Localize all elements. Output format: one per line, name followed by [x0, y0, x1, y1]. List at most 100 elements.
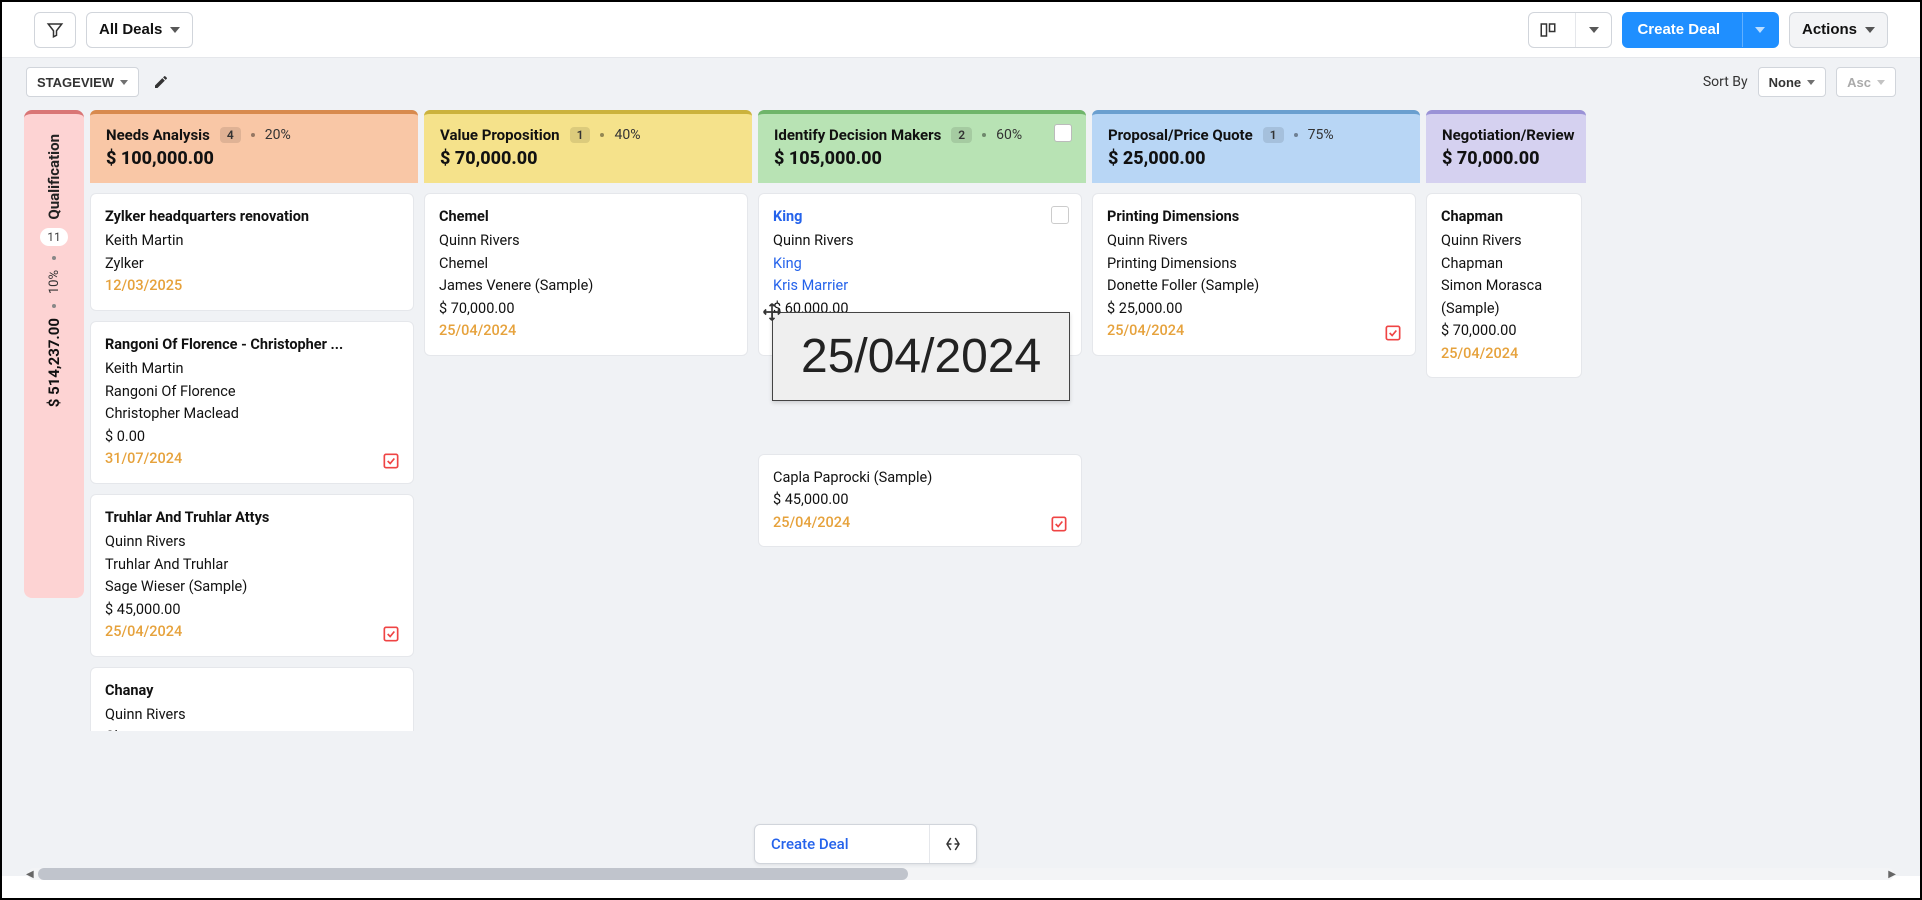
stage-column-needs: Needs Analysis4 20%$ 100,000.00Zylker he…	[90, 110, 418, 876]
deal-card[interactable]: Truhlar And Truhlar AttysQuinn RiversTru…	[90, 494, 414, 657]
stageview-dropdown[interactable]: STAGEVIEW	[26, 67, 139, 97]
deal-card[interactable]: Zylker headquarters renovationKeith Mart…	[90, 193, 414, 311]
collapsed-stage-title: Qualification	[45, 128, 63, 220]
chevron-down-icon	[1755, 27, 1765, 33]
create-deal-label: Create Deal	[1623, 13, 1734, 47]
stage-pct: 40%	[614, 127, 640, 143]
stage-checkbox[interactable]	[1054, 124, 1072, 142]
stage-title: Proposal/Price Quote	[1108, 126, 1253, 144]
stage-count: 2	[951, 127, 972, 143]
stage-title: Needs Analysis	[106, 126, 210, 144]
chevron-down-icon	[120, 80, 128, 85]
deal-card[interactable]: Printing DimensionsQuinn RiversPrinting …	[1092, 193, 1416, 356]
collapse-column-button[interactable]	[929, 825, 976, 863]
card-amount: $ 25,000.00	[1107, 298, 1401, 320]
scroll-left-icon[interactable]: ◀	[26, 869, 34, 880]
sort-field-dropdown[interactable]: None	[1758, 67, 1827, 97]
collapsed-stage-pct: 10%	[47, 270, 62, 294]
card-amount: $ 45,000.00	[105, 599, 399, 621]
card-contact: Simon Morasca (Sample)	[1441, 275, 1567, 320]
deal-card[interactable]: Rangoni Of Florence - Christopher ...Kei…	[90, 321, 414, 484]
collapsed-stage-count: 11	[40, 228, 68, 246]
card-title: Chanay	[105, 680, 399, 702]
card-title: King	[773, 206, 1067, 228]
stageview-label: STAGEVIEW	[37, 75, 114, 90]
edit-icon[interactable]	[153, 74, 169, 90]
actions-dropdown[interactable]: Actions	[1789, 12, 1888, 48]
card-owner: Quinn Rivers	[1441, 230, 1567, 252]
create-deal-button[interactable]: Create Deal	[1622, 12, 1779, 48]
card-company: Chemel	[439, 253, 733, 275]
stage-count: 4	[220, 127, 241, 143]
card-date: 25/04/2024	[439, 320, 733, 342]
card-contact: James Venere (Sample)	[439, 275, 733, 297]
stage-column-proposal: Proposal/Price Quote1 75%$ 25,000.00Prin…	[1092, 110, 1420, 876]
card-amount: $ 45,000.00	[773, 489, 1067, 511]
card-amount: $ 0.00	[105, 426, 399, 448]
card-company: Rangoni Of Florence	[105, 381, 399, 403]
stage-column-decision: Identify Decision Makers2 60%$ 105,000.0…	[758, 110, 1086, 876]
deal-card[interactable]: ChanayQuinn RiversChanayJosephine Darakj…	[90, 667, 414, 732]
card-date: 25/04/2024	[1441, 343, 1567, 365]
card-company: Printing Dimensions	[1107, 253, 1401, 275]
card-company: Zylker	[105, 253, 399, 275]
card-company: Truhlar And Truhlar	[105, 554, 399, 576]
all-deals-dropdown[interactable]: All Deals	[86, 12, 193, 48]
card-owner: Quinn Rivers	[439, 230, 733, 252]
task-overdue-icon[interactable]	[381, 624, 401, 644]
card-owner: Keith Martin	[105, 358, 399, 380]
card-owner: Quinn Rivers	[105, 704, 399, 726]
cards-list: Zylker headquarters renovationKeith Mart…	[90, 183, 418, 731]
move-cursor-icon	[762, 302, 782, 322]
card-date: 31/07/2024	[105, 448, 399, 470]
deal-card[interactable]: ChapmanQuinn RiversChapmanSimon Morasca …	[1426, 193, 1582, 378]
stage-header[interactable]: Proposal/Price Quote1 75%$ 25,000.00	[1092, 110, 1420, 183]
card-company: Chanay	[105, 726, 399, 731]
card-date: 25/04/2024	[773, 512, 1067, 534]
task-overdue-icon[interactable]	[1383, 323, 1403, 343]
chevron-down-icon	[1877, 80, 1885, 85]
task-overdue-icon[interactable]	[381, 451, 401, 471]
card-checkbox[interactable]	[1051, 206, 1069, 224]
stage-pct: 75%	[1308, 127, 1334, 143]
card-date: 25/04/2024	[105, 621, 399, 643]
card-title: Chemel	[439, 206, 733, 228]
create-deal-link[interactable]: Create Deal	[755, 825, 929, 863]
card-owner: Keith Martin	[105, 230, 399, 252]
stage-header[interactable]: Negotiation/Review$ 70,000.00	[1426, 110, 1586, 183]
sub-bar: STAGEVIEW Sort By None Asc	[2, 58, 1920, 106]
card-owner: Quinn Rivers	[105, 531, 399, 553]
date-tooltip: 25/04/2024	[772, 312, 1070, 401]
stage-header[interactable]: Needs Analysis4 20%$ 100,000.00	[90, 110, 418, 183]
actions-label: Actions	[1802, 21, 1857, 38]
chevron-down-icon	[170, 27, 180, 33]
kanban-board: Qualification 11 10% $ 514,237.00 Needs …	[2, 106, 1920, 876]
filter-button[interactable]	[34, 12, 76, 48]
card-company: Chapman	[1441, 253, 1567, 275]
stage-amount: $ 70,000.00	[440, 148, 736, 169]
kanban-view-button[interactable]	[1528, 12, 1612, 48]
card-amount: $ 70,000.00	[1441, 320, 1567, 342]
deal-card[interactable]: ChemelQuinn RiversChemelJames Venere (Sa…	[424, 193, 748, 356]
card-contact: Sage Wieser (Sample)	[105, 576, 399, 598]
collapse-icon	[944, 835, 962, 853]
card-amount: $ 70,000.00	[439, 298, 733, 320]
stage-header[interactable]: Identify Decision Makers2 60%$ 105,000.0…	[758, 110, 1086, 183]
card-contact: Kris Marrier	[773, 275, 1067, 297]
stage-header[interactable]: Value Proposition1 40%$ 70,000.00	[424, 110, 752, 183]
stage-title: Value Proposition	[440, 126, 560, 144]
horizontal-scrollbar[interactable]: ◀ ▶	[28, 868, 1894, 880]
kanban-icon	[1539, 21, 1557, 39]
stage-pct: 60%	[996, 127, 1022, 143]
card-date: 12/03/2025	[105, 275, 399, 297]
stage-count: 1	[1263, 127, 1284, 143]
scroll-thumb[interactable]	[38, 868, 908, 880]
scroll-right-icon[interactable]: ▶	[1888, 869, 1896, 880]
collapsed-stage-qualification[interactable]: Qualification 11 10% $ 514,237.00	[24, 110, 84, 598]
sort-dir-dropdown[interactable]: Asc	[1836, 67, 1896, 97]
create-deal-dropdown[interactable]	[1742, 13, 1778, 47]
card-owner: Quinn Rivers	[773, 230, 1067, 252]
deal-card[interactable]: Capla Paprocki (Sample) $ 45,000.00 25/0…	[758, 454, 1082, 547]
card-company: King	[773, 253, 1067, 275]
task-overdue-icon[interactable]	[1049, 514, 1069, 534]
